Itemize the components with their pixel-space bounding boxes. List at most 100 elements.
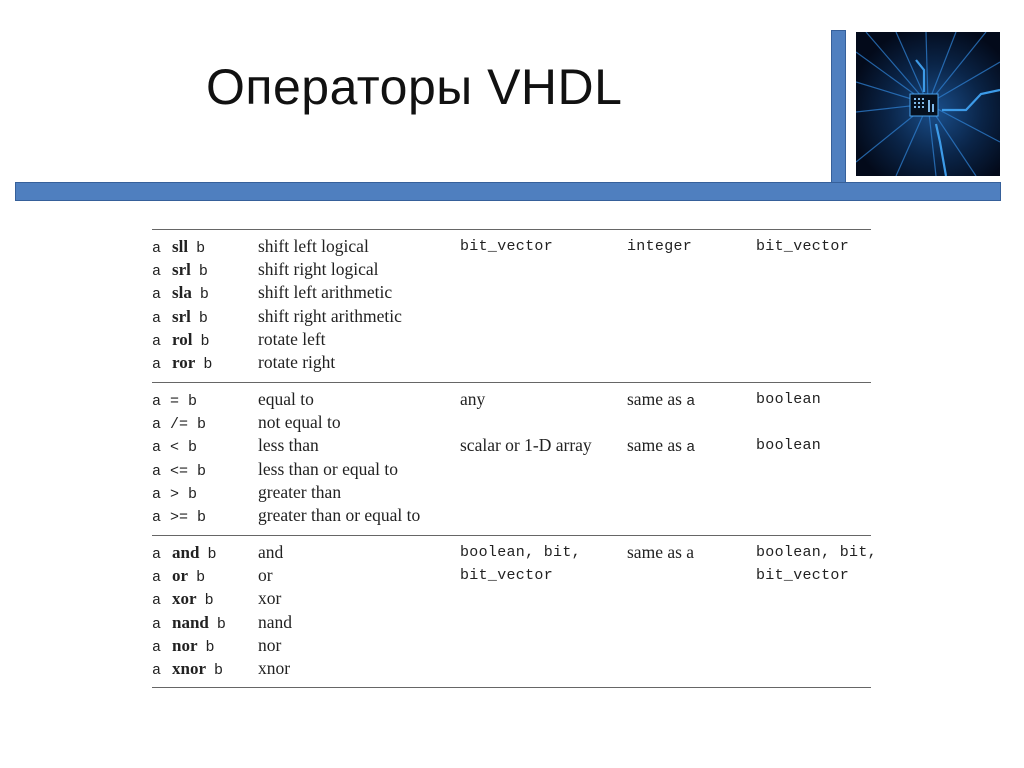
operator-symbol: and <box>172 543 200 562</box>
slide-title: Операторы VHDL <box>206 59 623 115</box>
operator-symbol: rol <box>172 329 193 349</box>
result-type: bit_vector <box>756 567 850 585</box>
operator-expression: a > b <box>152 481 197 506</box>
table-row: a srl b shift right logical <box>0 258 1024 281</box>
operator-description: xor <box>258 588 282 609</box>
table-row: a /= b not equal to <box>0 411 1024 434</box>
operator-symbol: >= <box>170 509 189 526</box>
operand-a-symbol: a <box>152 439 162 457</box>
operand-b-symbol: b <box>203 356 213 373</box>
operand-a-type: bit_vector <box>460 238 554 255</box>
table-row: a sla b shift left arithmetic <box>0 281 1024 304</box>
operator-symbol: srl <box>172 260 191 280</box>
operand-b-symbol: b <box>196 240 206 257</box>
operator-expression: a < b <box>152 434 197 459</box>
table-row: a or b or bit_vector bit_vector <box>0 564 1024 587</box>
operand-a-type: any <box>460 389 486 409</box>
operator-description: xnor <box>258 658 291 678</box>
operator-expression: a xor b <box>152 587 214 612</box>
operand-a-symbol: a <box>152 485 162 503</box>
operator-symbol: > <box>170 485 180 503</box>
operand-a-symbol: a <box>152 286 162 304</box>
operator-description: rotate right <box>258 352 336 372</box>
operator-symbol: = <box>170 393 180 410</box>
operand-b-type: same as a <box>627 434 696 459</box>
operator-symbol: or <box>172 566 189 586</box>
operator-description: greater than or equal to <box>258 505 421 525</box>
operator-symbol: sll <box>172 237 189 256</box>
operand-b-symbol: b <box>197 509 207 526</box>
operator-symbol: nand <box>172 612 209 632</box>
operator-description: not equal to <box>258 412 341 433</box>
operator-description: rotate left <box>258 328 326 349</box>
table-row: a rol b rotate left <box>0 328 1024 351</box>
operand-a-type: boolean, bit, <box>460 544 581 561</box>
operator-expression: a >= b <box>152 504 206 529</box>
operator-description: less than <box>258 435 319 456</box>
operator-description: shift left logical <box>258 236 369 256</box>
table-row: a = b equal to any same as a boolean <box>0 388 1024 411</box>
operand-a-symbol: a <box>152 569 162 587</box>
operator-expression: a rol b <box>152 328 210 353</box>
operator-expression: a and b <box>152 541 216 566</box>
result-type: boolean, bit, <box>756 544 877 561</box>
table-row: a sll b shift left logical bit_vector integer… <box>0 235 1024 258</box>
operand-a-symbol: a <box>152 332 162 350</box>
operator-description: nand <box>258 611 293 632</box>
operator-symbol: /= <box>170 416 189 434</box>
operator-description: shift left arithmetic <box>258 282 393 303</box>
operand-b-type-text: same as <box>627 389 687 409</box>
table-row: a ror b rotate right <box>0 351 1024 374</box>
table-rule <box>152 229 871 230</box>
operand-b-symbol: b <box>197 416 207 434</box>
table-rule <box>152 535 871 536</box>
table-row: a nor b nor <box>0 634 1024 657</box>
operator-expression: a = b <box>152 388 197 413</box>
operator-symbol: <= <box>170 462 189 480</box>
table-row: a xor b xor <box>0 587 1024 610</box>
operator-description: shift right logical <box>258 259 379 280</box>
operator-description: and <box>258 542 284 562</box>
table-rule <box>152 382 871 383</box>
operand-a-symbol: a <box>152 638 162 656</box>
operator-description: equal to <box>258 389 314 409</box>
circuit-chip-image <box>856 32 1000 176</box>
operator-expression: a srl b <box>152 305 208 330</box>
operator-symbol: ror <box>172 353 196 372</box>
operand-b-type: same as a <box>627 542 695 562</box>
operand-b-type: same as a <box>627 388 696 413</box>
result-type: bit_vector <box>756 238 850 255</box>
circuit-chip-icon <box>856 32 1000 176</box>
operand-b-symbol: b <box>216 615 226 633</box>
operand-a-symbol: a <box>152 546 162 563</box>
operator-expression: a or b <box>152 564 205 589</box>
operand-b-symbol: b <box>188 485 198 503</box>
operator-symbol: < <box>170 439 180 457</box>
operator-expression: a sll b <box>152 235 205 260</box>
operand-a-symbol: a <box>152 615 162 633</box>
decorative-vertical-bar <box>831 30 846 187</box>
operand-a-symbol: a <box>152 356 162 373</box>
operand-b-symbol: b <box>188 439 198 457</box>
operand-a-symbol: a <box>152 240 162 257</box>
operator-symbol: nor <box>172 635 198 655</box>
result-type: boolean <box>756 391 822 408</box>
table-row: a <= b less than or equal to <box>0 458 1024 481</box>
operator-description: less than or equal to <box>258 458 398 479</box>
operator-symbol: srl <box>172 306 191 326</box>
operand-b-type-text: same as <box>627 435 687 456</box>
operator-expression: a nor b <box>152 634 215 659</box>
operator-description: shift right arithmetic <box>258 305 402 326</box>
table-row: a srl b shift right arithmetic <box>0 305 1024 328</box>
operand-b-symbol: b <box>198 263 208 281</box>
operand-b-type-code: a <box>686 439 696 457</box>
operand-b-symbol: b <box>205 638 215 656</box>
table-row: a nand b nand <box>0 611 1024 634</box>
operator-expression: a srl b <box>152 258 208 283</box>
operand-a-symbol: a <box>152 592 162 610</box>
result-type: boolean <box>756 437 822 455</box>
operand-a-symbol: a <box>152 393 162 410</box>
operand-b-symbol: b <box>214 662 224 679</box>
operator-symbol: xnor <box>172 659 207 678</box>
table-row: a and b and boolean, bit, same as a boolean, b… <box>0 541 1024 564</box>
